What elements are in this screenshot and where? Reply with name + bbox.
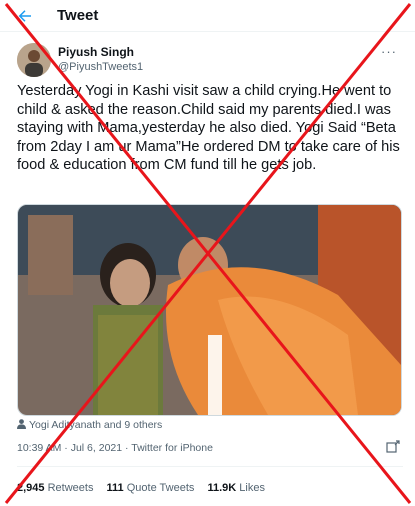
retweets-count: 2,945 (17, 482, 45, 494)
avatar[interactable] (17, 43, 51, 77)
retweets-label: Retweets (47, 482, 94, 494)
retweets-link[interactable]: 2,945 Retweets (17, 482, 93, 494)
tweet-meta: 10:39 AM · Jul 6, 2021 · Twitter for iPh… (17, 442, 213, 454)
tweet-photo[interactable] (17, 204, 402, 416)
quote-tweets-count: 111 (106, 482, 124, 494)
retweet-icon[interactable] (385, 439, 401, 455)
tweet-source[interactable]: Twitter for iPhone (131, 442, 213, 454)
tweet-text: Yesterday Yogi in Kashi visit saw a chil… (17, 83, 400, 173)
quote-tweets-label: Quote Tweets (126, 482, 195, 494)
quote-tweets-link[interactable]: 111 Quote Tweets (107, 482, 195, 494)
author-name[interactable]: Piyush Singh (58, 45, 134, 59)
author-handle[interactable]: @PiyushTweets1 (58, 61, 143, 73)
likes-count: 11.9K (207, 482, 237, 494)
back-arrow-icon[interactable] (16, 7, 34, 25)
engagement-stats: 2,945 Retweets 111 Quote Tweets 11.9K Li… (17, 482, 265, 494)
tweet-date[interactable]: Jul 6, 2021 (71, 442, 122, 454)
person-icon (17, 419, 26, 429)
page-title: Tweet (57, 7, 99, 24)
tagged-text: Yogi Adityanath and 9 others (29, 419, 163, 431)
top-bar: Tweet (0, 0, 415, 32)
likes-label: Likes (239, 482, 265, 494)
divider (0, 31, 415, 32)
tagged-people[interactable]: Yogi Adityanath and 9 others (17, 419, 162, 431)
tweet-time[interactable]: 10:39 AM (17, 442, 61, 454)
likes-link[interactable]: 11.9K Likes (207, 482, 265, 494)
divider (17, 466, 403, 467)
more-icon[interactable]: ··· (381, 44, 397, 59)
